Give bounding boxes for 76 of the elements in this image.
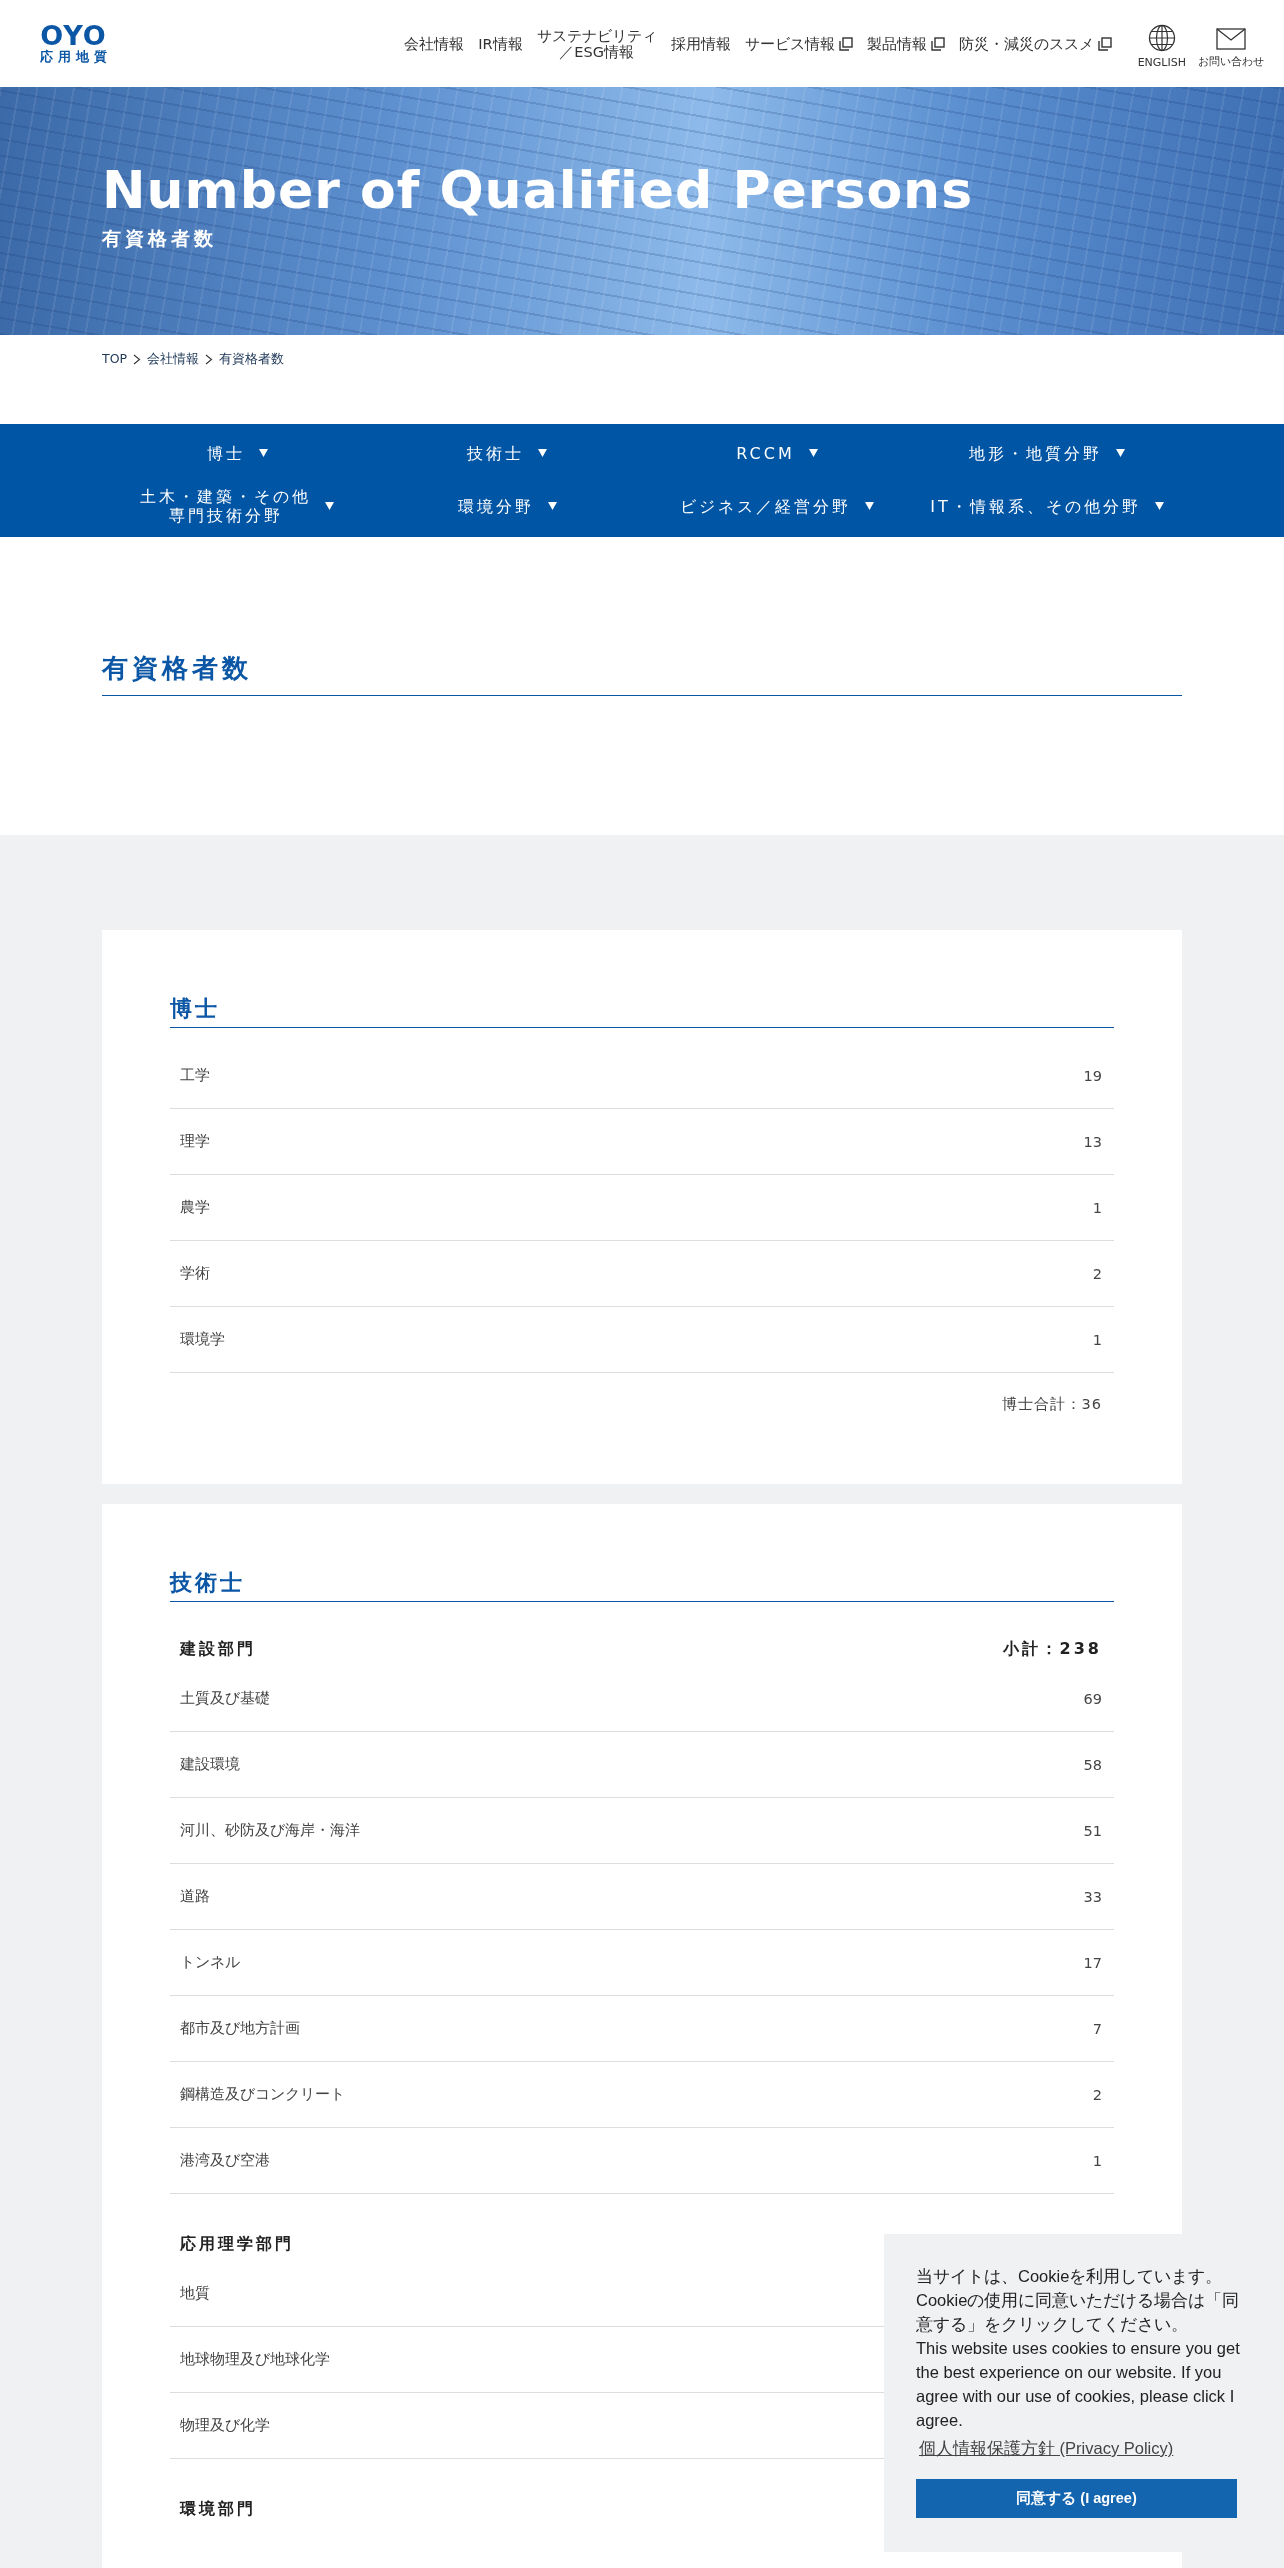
- globe-icon: [1147, 24, 1176, 52]
- qualification-count: 13: [1083, 1133, 1102, 1150]
- nav-link[interactable]: 防災・減災のススメ: [958, 35, 1112, 52]
- nav-link[interactable]: 会社情報: [404, 35, 465, 52]
- breadcrumb-current: 有資格者数: [219, 351, 284, 367]
- group-heading: 応用理学部門: [180, 2234, 294, 2255]
- category-tab[interactable]: 環境分野: [372, 478, 642, 534]
- privacy-policy-link[interactable]: 個人情報保護方針 (Privacy Policy): [919, 2436, 1174, 2460]
- breadcrumb-link[interactable]: TOP: [102, 351, 127, 367]
- qualification-name: 都市及び地方計画: [180, 2019, 300, 2038]
- caret-icon: [538, 449, 547, 457]
- qualification-count: 33: [1083, 1888, 1102, 1905]
- group-heading: 建設部門: [180, 1639, 256, 1660]
- qualification-count: 2: [1092, 2086, 1102, 2103]
- chevron-right-icon: [133, 354, 141, 365]
- nav-link[interactable]: サービス情報: [744, 35, 853, 52]
- qualification-count: 51: [1083, 1822, 1102, 1839]
- language-link[interactable]: ENGLISH: [1137, 18, 1186, 69]
- qualification-name: 鋼構造及びコンクリート: [180, 2085, 345, 2104]
- total-count: 博士合計：36: [1000, 1395, 1103, 1414]
- category-tab[interactable]: IT・情報系、その他分野: [912, 478, 1182, 534]
- hero-subtitle: 有資格者数: [102, 227, 218, 251]
- contact-link[interactable]: お問い合わせ: [1198, 22, 1264, 69]
- qualification-count: 7: [1092, 2020, 1102, 2037]
- logo-wordmark[interactable]: OYO: [40, 22, 107, 49]
- card-title: 技術士: [170, 1567, 1114, 1602]
- category-tab[interactable]: ビジネス／経営分野: [642, 478, 912, 534]
- caret-icon: [547, 502, 557, 510]
- qualification-count: 17: [1083, 1954, 1102, 1971]
- group-heading: 環境部門: [180, 2499, 256, 2520]
- qualification-name: 道路: [180, 1887, 210, 1906]
- category-tab[interactable]: RCCM: [642, 428, 912, 478]
- hero-title: Number of Qualified Persons: [102, 159, 975, 222]
- subtotal: 小計：238: [1002, 1639, 1102, 1660]
- qualification-name: 港湾及び空港: [180, 2151, 270, 2170]
- caret-icon: [865, 502, 874, 510]
- cookie-message: 当サイトは、Cookieを利用しています。Cookieの使用に同意いただける場合は「同意する」をクリックしてください。 This website uses cookies to ensure you get the best experience on our website. If you agree with our use of cookies, please click I agree.: [916, 2266, 1241, 2431]
- qualification-name: 建設環境: [180, 1755, 240, 1774]
- category-tab[interactable]: 技術士: [372, 428, 642, 478]
- qualification-count: 19: [1083, 1067, 1102, 1084]
- qualification-name: 工学: [180, 1066, 210, 1085]
- qualification-name: 農学: [180, 1198, 210, 1217]
- qualification-name: 物理及び化学: [180, 2416, 270, 2435]
- caret-icon: [808, 449, 818, 457]
- logo-subtitle[interactable]: 応用地質: [40, 48, 112, 65]
- accept-button[interactable]: 同意する (I agree): [916, 2479, 1237, 2518]
- qualification-name: 地質: [180, 2284, 210, 2303]
- qualification-name: 理学: [180, 1132, 210, 1151]
- qualification-name: 河川、砂防及び海岸・海洋: [180, 1821, 360, 1840]
- qualification-name: 地球物理及び地球化学: [180, 2350, 330, 2369]
- qualification-count: 1: [1092, 1331, 1102, 1348]
- card-title: 博士: [170, 993, 1114, 1028]
- qualification-name: 土質及び基礎: [180, 1689, 270, 1708]
- qualification-count: 58: [1083, 1756, 1102, 1773]
- nav-link[interactable]: 採用情報: [670, 35, 731, 52]
- qualification-count: 2: [1092, 1265, 1102, 1282]
- nav-link[interactable]: サステナビリティ ／ESG情報: [536, 27, 657, 60]
- qualification-count: 1: [1092, 1199, 1102, 1216]
- breadcrumb-link[interactable]: 会社情報: [147, 351, 199, 367]
- nav-link[interactable]: IR情報: [478, 35, 523, 52]
- qualification-count: 1: [1092, 2152, 1102, 2169]
- mail-icon: [1216, 28, 1246, 50]
- caret-icon: [1116, 449, 1125, 457]
- caret-icon: [258, 449, 268, 457]
- category-tab[interactable]: 地形・地質分野: [912, 428, 1182, 478]
- qualification-name: 学術: [180, 1264, 210, 1283]
- category-tab[interactable]: 土木・建築・その他 専門技術分野: [102, 478, 372, 534]
- qualification-count: 69: [1083, 1690, 1102, 1707]
- qualification-name: トンネル: [180, 1953, 240, 1972]
- category-tab[interactable]: 博士: [102, 428, 372, 478]
- caret-icon: [325, 502, 334, 510]
- qualification-name: 環境学: [180, 1330, 225, 1349]
- caret-icon: [1154, 502, 1164, 510]
- nav-link[interactable]: 製品情報: [866, 35, 945, 52]
- page-heading: 有資格者数: [102, 649, 1182, 696]
- chevron-right-icon: [205, 354, 213, 365]
